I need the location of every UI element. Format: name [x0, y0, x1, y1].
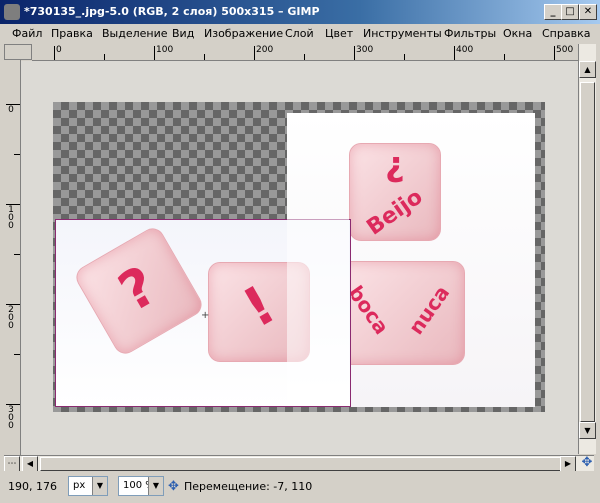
die-word-nuca: nuca: [403, 281, 455, 339]
vertical-scrollbar[interactable]: ▲ ▼: [578, 44, 596, 454]
maximize-button[interactable]: □: [561, 4, 579, 20]
ruler-tick: [14, 154, 20, 155]
unit-value: px: [73, 480, 86, 491]
ruler-label: 100: [156, 45, 174, 55]
vertical-scroll-thumb[interactable]: [580, 82, 595, 422]
ruler-label: 300: [356, 45, 374, 55]
close-button[interactable]: ✕: [579, 4, 597, 20]
die-left-question: ?: [72, 224, 206, 358]
ruler-label: 0: [8, 105, 14, 115]
scroll-right-arrow-icon[interactable]: ▶: [560, 456, 576, 472]
ruler-label: 300: [8, 405, 14, 431]
ruler-tick: [404, 54, 405, 60]
horizontal-ruler[interactable]: 0 100 200 300 400 500: [32, 44, 578, 61]
ruler-tick: [454, 46, 455, 60]
minimize-button[interactable]: _: [544, 4, 562, 20]
ruler-tick: [554, 46, 555, 60]
ruler-tick: [14, 254, 20, 255]
gimp-window: *730135_.jpg-5.0 (RGB, 2 слоя) 500x315 –…: [0, 0, 600, 503]
ruler-label: 200: [8, 305, 14, 331]
ruler-tick: [104, 54, 105, 60]
ruler-label: 100: [8, 205, 14, 231]
die-question-mark: ?: [108, 253, 168, 324]
ruler-tick: [304, 54, 305, 60]
die-word-boca: boca: [343, 281, 394, 339]
scroll-down-arrow-icon[interactable]: ▼: [579, 422, 596, 439]
ruler-tick: [54, 46, 55, 60]
menu-layer[interactable]: Слой: [285, 27, 314, 40]
quick-mask-toggle-icon[interactable]: ⋯: [4, 456, 20, 472]
navigate-icon[interactable]: ✥: [579, 455, 595, 471]
ruler-label: 500: [556, 45, 574, 55]
horizontal-scrollbar[interactable]: ⋯ ◀ ▶: [4, 455, 594, 472]
pointer-coordinates: 190, 176: [8, 480, 57, 493]
menu-file[interactable]: Файл: [12, 27, 42, 40]
die-bottom-right: boca nuca: [339, 261, 465, 365]
menu-image[interactable]: Изображение: [204, 27, 283, 40]
die-question-symbol: ?: [385, 148, 405, 188]
menu-edit[interactable]: Правка: [51, 27, 93, 40]
ruler-tick: [504, 54, 505, 60]
chevron-down-icon[interactable]: ▼: [148, 477, 163, 495]
ruler-corner[interactable]: [4, 44, 32, 60]
zoom-select[interactable]: 100 % ▼: [118, 476, 164, 496]
menu-select[interactable]: Выделение: [102, 27, 168, 40]
unit-select[interactable]: px ▼: [68, 476, 108, 496]
ruler-label: 400: [456, 45, 474, 55]
menu-help[interactable]: Справка: [542, 27, 590, 40]
die-top-right: ? Beijo: [349, 143, 441, 241]
move-cross-icon: ✥: [168, 479, 179, 494]
layer-overlap-highlight: [287, 219, 349, 405]
scroll-left-arrow-icon[interactable]: ◀: [22, 456, 38, 472]
menu-bar: Файл Правка Выделение Вид Изображение Сл…: [0, 24, 600, 44]
gimp-app-icon: [4, 4, 20, 20]
image-canvas[interactable]: ? Beijo boca nuca ? ! +: [21, 61, 578, 455]
menu-colors[interactable]: Цвет: [325, 27, 353, 40]
ruler-label: 0: [56, 45, 62, 55]
window-title: *730135_.jpg-5.0 (RGB, 2 слоя) 500x315 –…: [24, 5, 320, 18]
status-message: Перемещение: -7, 110: [184, 480, 313, 493]
vertical-ruler[interactable]: 0 100 200 300: [4, 60, 21, 455]
chevron-down-icon[interactable]: ▼: [92, 477, 107, 495]
die-word-beijo: Beijo: [362, 184, 428, 241]
menu-filters[interactable]: Фильтры: [444, 27, 496, 40]
menu-view[interactable]: Вид: [172, 27, 194, 40]
ruler-tick: [154, 46, 155, 60]
ruler-label: 200: [256, 45, 274, 55]
menu-windows[interactable]: Окна: [503, 27, 532, 40]
status-bar: 190, 176 px ▼ 100 % ▼ ✥ Перемещение: -7,…: [0, 471, 600, 503]
pointer-crosshair-icon: +: [201, 310, 210, 321]
ruler-tick: [14, 354, 20, 355]
ruler-tick: [204, 54, 205, 60]
horizontal-scroll-thumb[interactable]: [40, 457, 574, 471]
scroll-up-arrow-icon[interactable]: ▲: [579, 61, 596, 78]
ruler-tick: [254, 46, 255, 60]
title-bar: *730135_.jpg-5.0 (RGB, 2 слоя) 500x315 –…: [0, 0, 600, 24]
menu-tools[interactable]: Инструменты: [363, 27, 442, 40]
ruler-tick: [354, 46, 355, 60]
